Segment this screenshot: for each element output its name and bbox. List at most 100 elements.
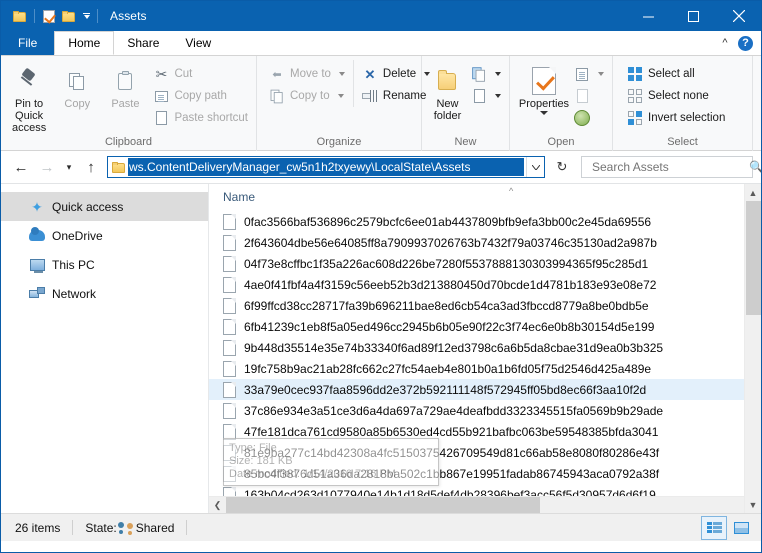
- paste-button[interactable]: Paste: [101, 60, 149, 110]
- invert-selection-button[interactable]: Invert selection: [623, 107, 729, 129]
- large-icons-view-button[interactable]: [729, 517, 753, 539]
- ribbon-group-clipboard: Pin to Quick access Copy Paste ✂ Cut Cop…: [1, 56, 257, 151]
- move-to-button[interactable]: ⬅ Move to: [265, 63, 349, 85]
- cut-button[interactable]: ✂ Cut: [149, 63, 252, 85]
- properties-caret-icon[interactable]: [540, 111, 548, 115]
- paste-shortcut-button[interactable]: Paste shortcut: [149, 107, 252, 129]
- file-name: 0fac3566baf536896c2579bcfc6ee01ab4437809…: [244, 214, 652, 229]
- ribbon-group-open: Properties Open: [510, 56, 613, 151]
- table-row[interactable]: 0fac3566baf536896c2579bcfc6ee01ab4437809…: [209, 211, 761, 232]
- tab-view[interactable]: View: [172, 31, 224, 55]
- recent-locations-caret-icon[interactable]: ▾: [61, 155, 77, 179]
- ribbon-filler: [753, 56, 761, 150]
- select-buttons: Select all Select none Invert selection: [623, 60, 729, 129]
- window-title: Assets: [110, 9, 147, 23]
- search-box[interactable]: 🔍: [581, 156, 761, 178]
- pin-to-quick-access-label-line2: access: [11, 122, 47, 134]
- select-all-label: Select all: [648, 68, 695, 80]
- horizontal-scroll-track[interactable]: [226, 496, 744, 514]
- qat-folder-icon[interactable]: [10, 6, 30, 26]
- help-icon[interactable]: ?: [738, 35, 753, 51]
- table-row[interactable]: 163b04cd263d1077940e14b1d18d5def4db28396…: [209, 484, 761, 496]
- ribbon-group-new: New folder New: [422, 56, 510, 151]
- easy-access-button[interactable]: [467, 85, 505, 107]
- search-icon[interactable]: 🔍: [749, 160, 761, 174]
- details-view-icon: [706, 521, 722, 534]
- maximize-button[interactable]: [671, 1, 716, 31]
- copy-to-caret-icon[interactable]: [337, 94, 344, 98]
- state-label: State:: [85, 520, 117, 535]
- table-row[interactable]: 85bc4f3876d51a36da2818ba502c1bb867e19951…: [209, 463, 761, 484]
- qat-properties-icon[interactable]: [39, 6, 59, 26]
- table-row[interactable]: 19fc758b9ac21ab28fc662c27fc54aeb4e801b0a…: [209, 358, 761, 379]
- back-arrow-icon[interactable]: ←: [9, 155, 33, 179]
- customize-qat-caret-icon[interactable]: [79, 6, 93, 26]
- new-folder-button[interactable]: New folder: [428, 60, 467, 122]
- select-all-icon: [627, 66, 643, 82]
- properties-button[interactable]: Properties: [518, 60, 570, 115]
- search-input[interactable]: [590, 159, 749, 175]
- horizontal-scrollbar[interactable]: ❮ ❯: [209, 496, 761, 513]
- network-icon: [29, 286, 45, 302]
- table-row[interactable]: 81e9ba277c14bd42308a4fc5150375426709549d…: [209, 442, 761, 463]
- table-row[interactable]: 04f73e8cffbc1f35a226ac608d226be7280f5537…: [209, 253, 761, 274]
- up-arrow-icon[interactable]: ↑: [79, 155, 103, 179]
- select-none-button[interactable]: Select none: [623, 85, 729, 107]
- sidebar-item-quick-access[interactable]: ✦ Quick access: [1, 192, 208, 221]
- sidebar-item-onedrive[interactable]: OneDrive: [1, 221, 208, 250]
- refresh-icon[interactable]: ↻: [551, 156, 573, 178]
- table-row[interactable]: 2f643604dbe56e64085ff8a7909937026763b743…: [209, 232, 761, 253]
- copy-path-button[interactable]: Copy path: [149, 85, 252, 107]
- new-item-caret-icon[interactable]: [495, 72, 501, 76]
- close-button[interactable]: [716, 1, 761, 31]
- column-header-name[interactable]: Name: [209, 190, 255, 204]
- history-icon: [574, 110, 590, 126]
- move-to-caret-icon[interactable]: [338, 72, 345, 76]
- history-button[interactable]: [570, 107, 608, 129]
- table-row[interactable]: 4ae0f41fbf4a4f3159c56eeb52b3d213880450d7…: [209, 274, 761, 295]
- table-row[interactable]: 47fe181dca761cd9580a85b6530ed4cd55b921ba…: [209, 421, 761, 442]
- table-row-selected[interactable]: 33a79e0cec937faa8596dd2e372b592111148f57…: [209, 379, 761, 400]
- table-row[interactable]: 9b448d35514e35e74b33340f6ad89f12ed3798c6…: [209, 337, 761, 358]
- new-item-button[interactable]: [467, 63, 505, 85]
- invert-selection-icon: [627, 110, 643, 126]
- table-row[interactable]: 37c86e934e3a51ce3d6a4da697a729ae4deafbdd…: [209, 400, 761, 421]
- table-row[interactable]: 6fb41239c1eb8f5a05ed496cc2945b6b05e90f22…: [209, 316, 761, 337]
- select-all-button[interactable]: Select all: [623, 63, 729, 85]
- chevron-up-icon[interactable]: ^: [718, 36, 732, 50]
- new-folder-label-line2: folder: [433, 110, 462, 122]
- scroll-down-button[interactable]: ▼: [745, 496, 761, 513]
- copy-to-button[interactable]: Copy to: [265, 85, 349, 107]
- table-row[interactable]: 6f99ffcd38cc28717fa39b696211bae8ed6cb54c…: [209, 295, 761, 316]
- select-none-icon: [627, 88, 643, 104]
- file-list[interactable]: 0fac3566baf536896c2579bcfc6ee01ab4437809…: [209, 211, 761, 496]
- details-view-button[interactable]: [701, 515, 727, 540]
- edit-button[interactable]: [570, 85, 608, 107]
- copy-button[interactable]: Copy: [53, 60, 101, 110]
- horizontal-scroll-thumb[interactable]: [226, 496, 540, 513]
- vertical-scrollbar[interactable]: ▲ ▼: [744, 184, 761, 513]
- forward-arrow-icon[interactable]: →: [35, 155, 59, 179]
- qat-new-folder-icon[interactable]: [59, 6, 79, 26]
- ribbon-group-select: Select all Select none Invert selection: [613, 56, 753, 151]
- pin-to-quick-access-button[interactable]: Pin to Quick access: [5, 60, 53, 134]
- file-icon: [223, 318, 236, 335]
- easy-access-icon: [471, 88, 487, 104]
- tab-home[interactable]: Home: [54, 31, 115, 55]
- sidebar-item-network[interactable]: Network: [1, 279, 208, 308]
- scroll-up-button[interactable]: ▲: [745, 184, 761, 201]
- vertical-scroll-thumb[interactable]: [746, 201, 761, 315]
- scroll-left-button[interactable]: ❮: [209, 497, 226, 514]
- open-button[interactable]: [570, 63, 608, 85]
- minimize-button[interactable]: [626, 1, 671, 31]
- address-path-input[interactable]: ws.ContentDeliveryManager_cw5n1h2txyewy\…: [128, 158, 524, 176]
- ribbon-group-label-open: Open: [547, 136, 575, 148]
- sidebar-item-this-pc[interactable]: This PC: [1, 250, 208, 279]
- tab-share[interactable]: Share: [114, 31, 172, 55]
- address-path-box[interactable]: ws.ContentDeliveryManager_cw5n1h2txyewy\…: [107, 156, 545, 178]
- easy-access-caret-icon[interactable]: [495, 94, 501, 98]
- file-icon: [223, 297, 236, 314]
- address-dropdown-icon[interactable]: [526, 157, 544, 177]
- open-caret-icon[interactable]: [598, 72, 604, 76]
- tab-file[interactable]: File: [1, 31, 55, 55]
